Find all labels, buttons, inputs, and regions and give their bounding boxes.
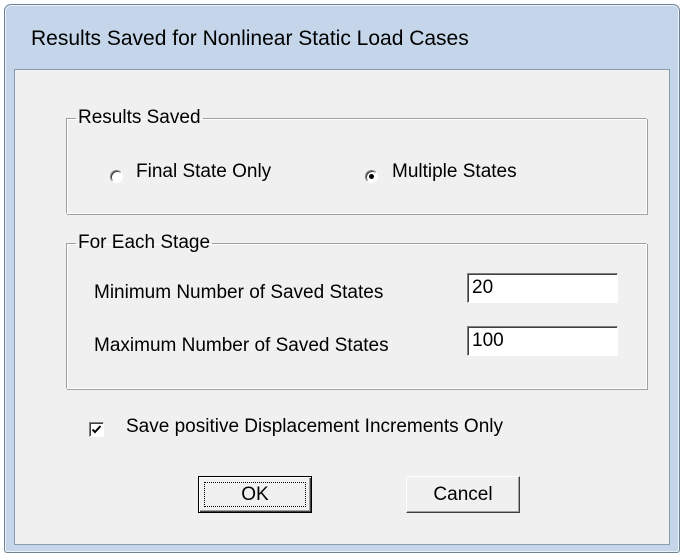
save-positive-increments-label[interactable]: Save positive Displacement Increments On… [126, 416, 503, 438]
save-positive-increments-checkbox[interactable] [89, 422, 104, 437]
radio-selected-dot [369, 174, 374, 179]
multiple-states-radio[interactable] [365, 170, 378, 183]
ok-button[interactable]: OK [198, 476, 312, 513]
maximum-saved-states-input[interactable] [467, 326, 618, 356]
final-state-only-radio[interactable] [110, 170, 123, 183]
checkmark-icon [91, 425, 102, 434]
cancel-button-label: Cancel [433, 484, 493, 505]
title-bar[interactable]: Results Saved for Nonlinear Static Load … [5, 5, 679, 69]
minimum-saved-states-input[interactable] [467, 273, 618, 303]
results-saved-legend: Results Saved [78, 107, 201, 128]
ok-button-label: OK [241, 484, 269, 505]
multiple-states-label[interactable]: Multiple States [392, 161, 517, 183]
final-state-only-label[interactable]: Final State Only [136, 161, 271, 183]
maximum-saved-states-label: Maximum Number of Saved States [94, 335, 389, 356]
for-each-stage-legend: For Each Stage [78, 232, 211, 253]
dialog-window: Results Saved for Nonlinear Static Load … [4, 4, 680, 553]
window-title: Results Saved for Nonlinear Static Load … [31, 27, 469, 50]
cancel-button[interactable]: Cancel [406, 476, 520, 513]
for-each-stage-group: For Each Stage [66, 232, 647, 389]
minimum-saved-states-label: Minimum Number of Saved States [94, 282, 384, 303]
dialog-client-area: Results Saved Final State Only Multiple … [14, 69, 670, 545]
